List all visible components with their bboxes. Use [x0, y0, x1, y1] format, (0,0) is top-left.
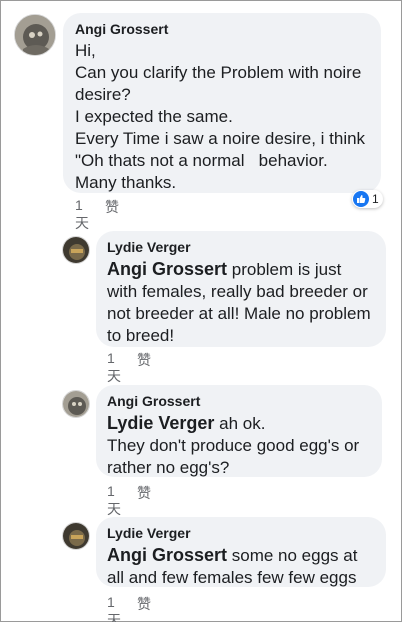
avatar[interactable]: [62, 236, 90, 264]
comment-author[interactable]: Lydie Verger: [107, 239, 375, 255]
comment-meta: 1天 赞: [107, 483, 151, 519]
comment-author[interactable]: Lydie Verger: [107, 525, 375, 541]
comment-timestamp[interactable]: 1天: [107, 483, 121, 519]
avatar[interactable]: [62, 390, 90, 418]
comment-text: Lydie Verger ah ok. They don't produce g…: [107, 412, 371, 479]
comment-timestamp[interactable]: 1天: [107, 594, 121, 622]
reply-bubble: Lydie Verger Angi Grossert problem is ju…: [96, 231, 386, 347]
comment-meta: 1天 赞: [75, 197, 119, 233]
like-button[interactable]: 赞: [137, 483, 151, 519]
avatar[interactable]: [62, 522, 90, 550]
reply-bubble: Angi Grossert Lydie Verger ah ok. They d…: [96, 385, 382, 477]
comment-text: Hi, Can you clarify the Problem with noi…: [75, 41, 366, 192]
comment-meta: 1天 赞: [107, 594, 151, 622]
comment-text: Angi Grossert problem is just with femal…: [107, 258, 375, 347]
comment-text: Angi Grossert some no eggs at all and fe…: [107, 544, 375, 589]
mention-link[interactable]: Angi Grossert: [107, 545, 227, 565]
avatar-photo-icon: [15, 15, 55, 55]
reaction-count: 1: [372, 192, 379, 206]
like-reaction-icon: [353, 191, 369, 207]
mention-link[interactable]: Angi Grossert: [107, 259, 227, 279]
like-button[interactable]: 赞: [137, 350, 151, 386]
like-button[interactable]: 赞: [105, 197, 119, 233]
reply-bubble: Lydie Verger Angi Grossert some no eggs …: [96, 517, 386, 587]
comment-author[interactable]: Angi Grossert: [107, 393, 371, 409]
comment-timestamp[interactable]: 1天: [75, 197, 89, 233]
reaction-count-badge[interactable]: 1: [352, 190, 383, 208]
comment-bubble: Angi Grossert Hi, Can you clarify the Pr…: [63, 13, 381, 193]
comment-author[interactable]: Angi Grossert: [75, 21, 369, 37]
like-button[interactable]: 赞: [137, 594, 151, 622]
avatar[interactable]: [14, 14, 56, 56]
comment-timestamp[interactable]: 1天: [107, 350, 121, 386]
comment-meta: 1天 赞: [107, 350, 151, 386]
mention-link[interactable]: Lydie Verger: [107, 413, 214, 433]
